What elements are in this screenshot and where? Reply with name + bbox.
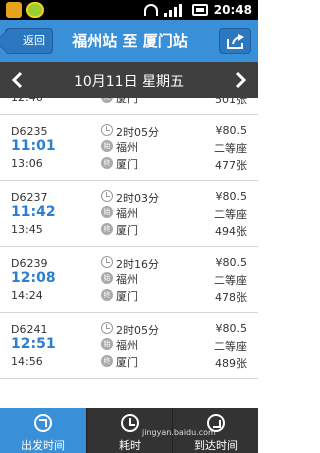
status-icons — [144, 3, 214, 17]
departure-time: 12:08 — [11, 270, 56, 286]
clock-icon — [101, 256, 113, 268]
tickets-remaining: 477张 — [215, 159, 247, 172]
trip-duration: 2时03分 — [116, 192, 159, 205]
page-title: 福州站 至 厦门站 — [72, 32, 188, 50]
arrival-label: 到达时间 — [194, 439, 238, 452]
arrival-station-badge: 终 — [101, 355, 113, 367]
arrival-time: 13:45 — [11, 223, 43, 236]
tickets-remaining: 489张 — [215, 357, 247, 370]
trip-duration: 2时05分 — [116, 324, 159, 337]
departure-station: 福州 — [116, 207, 138, 220]
departure-station: 福州 — [116, 141, 138, 154]
departure-station: 福州 — [116, 339, 138, 352]
arrival-time: 14:24 — [11, 289, 43, 302]
departure-time: 11:42 — [11, 204, 56, 220]
chevron-right-icon — [235, 71, 247, 89]
departure-icon — [34, 414, 52, 432]
battery-icon — [192, 4, 208, 16]
clock-time: 20:48 — [213, 3, 252, 17]
departure-time: 11:01 — [11, 138, 56, 154]
watermark: jingyan.baidu.com — [142, 428, 216, 437]
tickets-remaining: 494张 — [215, 225, 247, 238]
back-button[interactable]: 返回 — [5, 28, 53, 54]
arrival-time: 12:46 — [11, 98, 43, 104]
arrival-time: 14:56 — [11, 355, 43, 368]
next-day-button[interactable] — [230, 70, 250, 90]
ticket-price: ¥80.5 — [215, 322, 248, 335]
departure-station: 福州 — [116, 273, 138, 286]
header-bar: 返回 福州站 至 厦门站 — [0, 20, 258, 62]
arrival-station: 厦门 — [116, 158, 138, 171]
seat-class: 二等座 — [214, 274, 247, 287]
seat-class: 二等座 — [214, 142, 247, 155]
train-row[interactable]: D6241 12:51 14:56 2时05分始福州终厦门 ¥80.5 二等座 489张 — [0, 313, 258, 379]
tickets-remaining: 501张 — [215, 98, 247, 106]
train-number: D6239 — [11, 257, 48, 270]
arrival-station: 厦门 — [116, 224, 138, 237]
app-notification-icon — [6, 2, 22, 18]
share-icon — [227, 34, 244, 49]
ticket-price: ¥80.5 — [215, 190, 248, 203]
sort-by-departure-tab[interactable]: 出发时间 — [0, 408, 86, 453]
clock-icon — [121, 414, 139, 432]
tickets-remaining: 478张 — [215, 291, 247, 304]
departure-station-badge: 始 — [101, 272, 113, 284]
share-button[interactable] — [219, 28, 251, 54]
train-number: D6237 — [11, 191, 48, 204]
arrival-time: 13:06 — [11, 157, 43, 170]
back-button-label: 返回 — [23, 34, 45, 47]
departure-station-badge: 始 — [101, 140, 113, 152]
train-row[interactable]: 12:46 终厦门 501张 — [0, 98, 258, 115]
seat-class: 二等座 — [214, 208, 247, 221]
departure-station-badge: 始 — [101, 206, 113, 218]
signal-icon — [164, 3, 186, 17]
arrival-station: 厦门 — [116, 356, 138, 369]
train-list[interactable]: 12:46终厦门501张D623511:0113:062时05分始福州终厦门¥8… — [0, 98, 258, 408]
duration-label: 耗时 — [119, 439, 141, 452]
trip-duration: 2时16分 — [116, 258, 159, 271]
train-row[interactable]: D6235 11:01 13:06 2时05分始福州终厦门 ¥80.5 二等座 477张 — [0, 115, 258, 181]
clock-icon — [101, 190, 113, 202]
departure-label: 出发时间 — [21, 439, 65, 452]
departure-station-badge: 始 — [101, 338, 113, 350]
date-bar: 10月11日 星期五 — [0, 62, 258, 98]
train-row[interactable]: D6237 11:42 13:45 2时03分始福州终厦门 ¥80.5 二等座 494张 — [0, 181, 258, 247]
train-number: D6235 — [11, 125, 48, 138]
train-row[interactable]: D6239 12:08 14:24 2时16分始福州终厦门 ¥80.5 二等座 478张 — [0, 247, 258, 313]
date-label: 10月11日 星期五 — [73, 74, 185, 90]
app-notification-icon-2 — [26, 2, 44, 18]
prev-day-button[interactable] — [8, 70, 28, 90]
status-bar: 20:48 — [0, 0, 258, 20]
chevron-left-icon — [11, 71, 23, 89]
arrival-station-badge: 终 — [101, 98, 113, 103]
seat-class: 二等座 — [214, 340, 247, 353]
arrival-station: 厦门 — [116, 290, 138, 303]
arrival-station: 厦门 — [116, 98, 138, 105]
clock-icon — [101, 124, 113, 136]
arrival-station-badge: 终 — [101, 289, 113, 301]
departure-time: 12:51 — [11, 336, 56, 352]
arrival-station-badge: 终 — [101, 157, 113, 169]
wifi-icon — [144, 4, 158, 16]
trip-duration: 2时05分 — [116, 126, 159, 139]
bottom-nav: 出发时间 耗时 到达时间 — [0, 408, 258, 453]
train-number: D6241 — [11, 323, 48, 336]
arrival-station-badge: 终 — [101, 223, 113, 235]
ticket-price: ¥80.5 — [215, 256, 248, 269]
ticket-price: ¥80.5 — [215, 124, 248, 137]
clock-icon — [101, 322, 113, 334]
